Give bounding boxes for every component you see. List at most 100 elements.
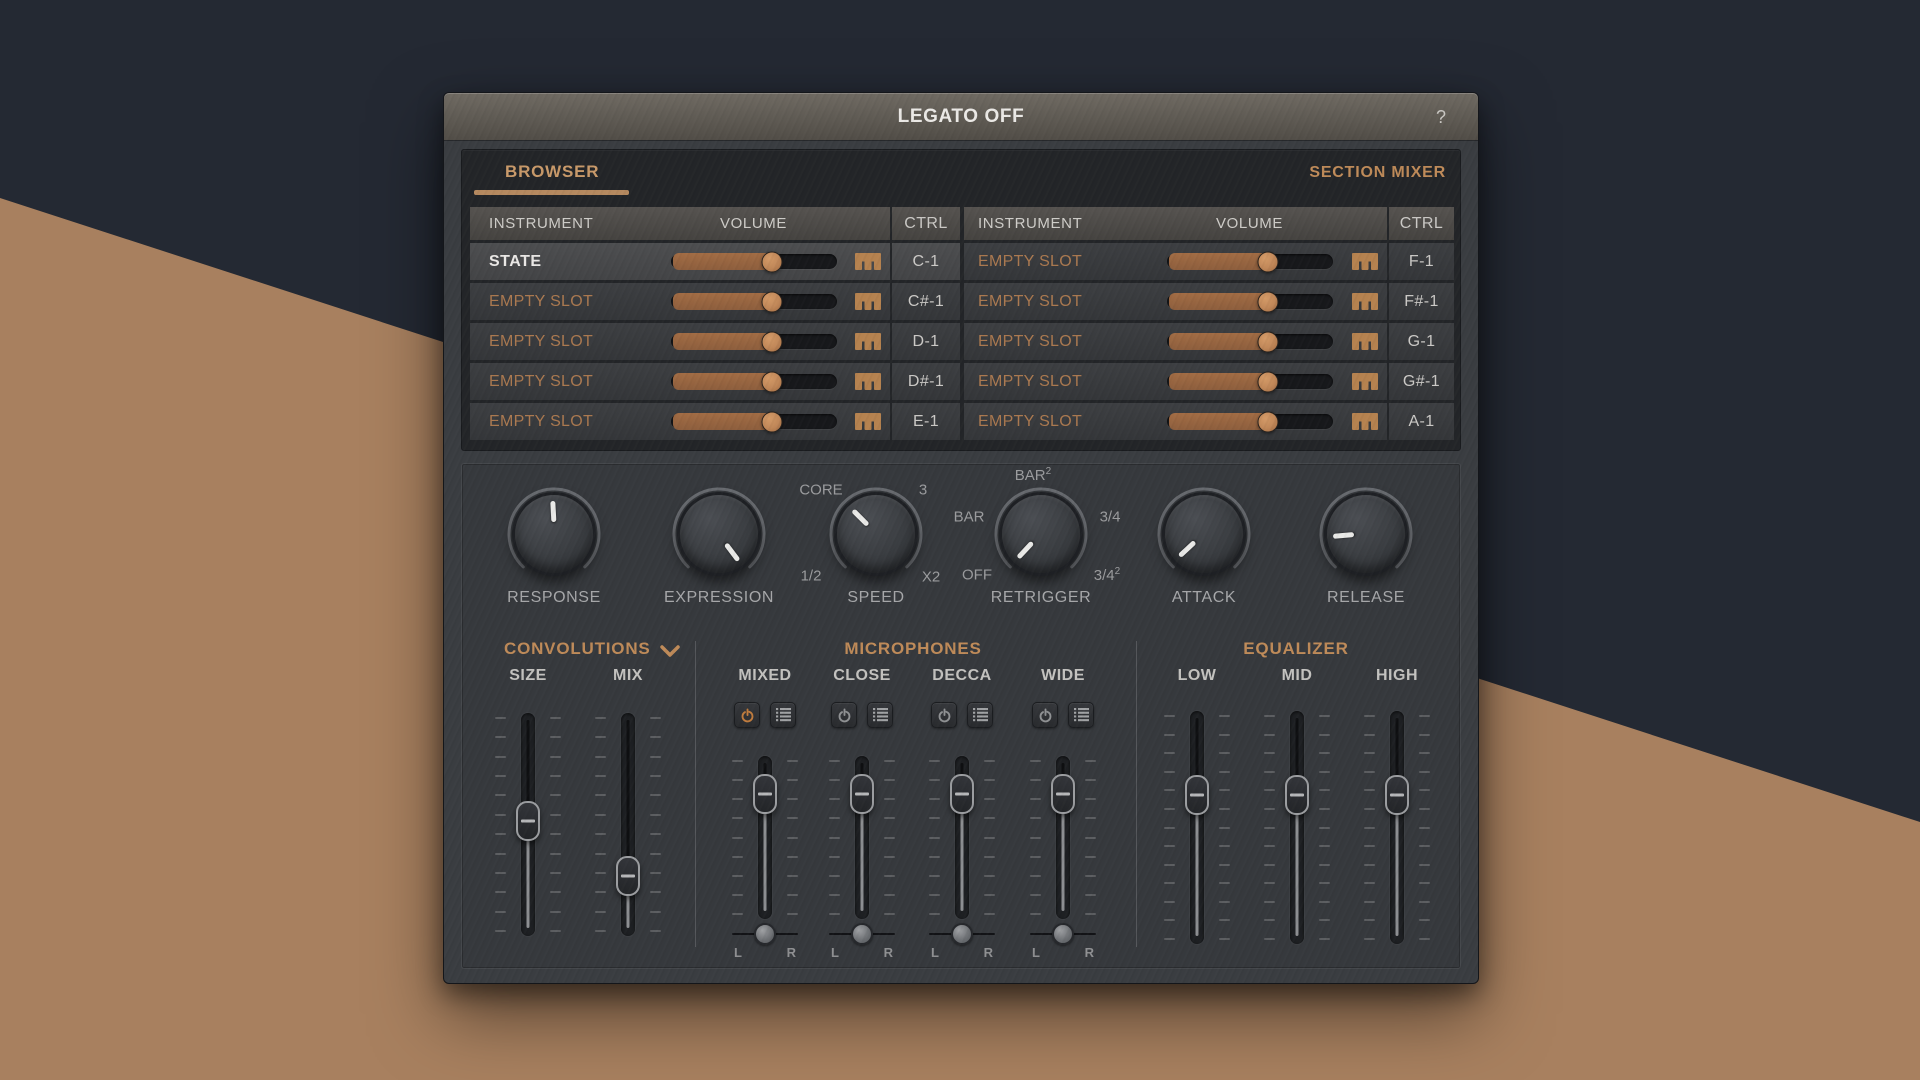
volume-thumb[interactable]	[1257, 251, 1279, 272]
fader-thumb[interactable]	[1051, 774, 1075, 815]
instrument-slot-row[interactable]: EMPTY SLOT C#-1	[470, 283, 960, 320]
volume-slider[interactable]	[670, 411, 837, 432]
ctrl-note-label[interactable]: D#-1	[890, 363, 960, 400]
ctrl-note-label[interactable]: C#-1	[890, 283, 960, 320]
knob-body[interactable]	[999, 492, 1083, 576]
mic-power-button[interactable]	[831, 702, 857, 728]
volume-thumb[interactable]	[1257, 371, 1279, 392]
mic-power-button[interactable]	[931, 702, 957, 728]
volume-slider[interactable]	[670, 331, 837, 352]
instrument-slot-row[interactable]: EMPTY SLOT F-1	[964, 243, 1454, 280]
volume-thumb[interactable]	[761, 291, 783, 312]
instrument-slot-row[interactable]: EMPTY SLOT A-1	[964, 403, 1454, 440]
mic-power-button[interactable]	[1032, 702, 1058, 728]
volume-slider[interactable]	[1166, 291, 1333, 312]
knob-body[interactable]	[1324, 492, 1408, 576]
keyboard-icon[interactable]	[854, 333, 881, 350]
keyboard-icon[interactable]	[1351, 293, 1378, 310]
convolutions-fader[interactable]	[594, 713, 662, 936]
ctrl-note-label[interactable]: G#-1	[1387, 363, 1454, 400]
volume-thumb[interactable]	[761, 331, 783, 352]
pan-knob[interactable]	[754, 923, 776, 945]
fader-thumb[interactable]	[616, 855, 640, 896]
instrument-slot-row[interactable]: EMPTY SLOT E-1	[470, 403, 960, 440]
keyboard-icon[interactable]	[854, 293, 881, 310]
volume-cell	[662, 323, 845, 360]
fader-tick	[929, 760, 940, 762]
volume-thumb[interactable]	[761, 371, 783, 392]
mic-volume-fader[interactable]	[731, 756, 799, 919]
knob-body[interactable]	[677, 492, 761, 576]
volume-thumb[interactable]	[1257, 331, 1279, 352]
instrument-slot-row[interactable]: EMPTY SLOT F#-1	[964, 283, 1454, 320]
mic-pan-control[interactable]: LR	[929, 923, 995, 963]
mic-pan-control[interactable]: LR	[732, 923, 798, 963]
instrument-slot-row[interactable]: EMPTY SLOT D#-1	[470, 363, 960, 400]
ctrl-note-label[interactable]: G-1	[1387, 323, 1454, 360]
volume-thumb[interactable]	[1257, 291, 1279, 312]
ctrl-note-label[interactable]: A-1	[1387, 403, 1454, 440]
tab-browser[interactable]: BROWSER	[474, 162, 629, 195]
volume-slider[interactable]	[670, 251, 837, 272]
mic-pan-control[interactable]: LR	[829, 923, 895, 963]
volume-thumb[interactable]	[1257, 411, 1279, 432]
ctrl-note-label[interactable]: F#-1	[1387, 283, 1454, 320]
volume-slider[interactable]	[670, 291, 837, 312]
fader-thumb[interactable]	[516, 800, 540, 841]
fader-thumb[interactable]	[1285, 774, 1309, 815]
keyboard-icon[interactable]	[1351, 413, 1378, 430]
mic-list-button[interactable]	[967, 702, 993, 728]
volume-slider[interactable]	[670, 371, 837, 392]
fader-tick	[884, 855, 895, 858]
fader-thumb[interactable]	[1385, 774, 1409, 815]
knob-attack: ATTACK	[1144, 472, 1264, 612]
pan-knob[interactable]	[851, 923, 873, 945]
fader-thumb[interactable]	[950, 774, 974, 815]
volume-slider[interactable]	[1166, 331, 1333, 352]
eq-fader[interactable]	[1263, 711, 1331, 944]
fader-thumb[interactable]	[850, 774, 874, 815]
instrument-slot-row[interactable]: STATE C-1	[470, 243, 960, 280]
fader-tick	[595, 871, 606, 874]
volume-slider[interactable]	[1166, 251, 1333, 272]
instrument-slot-row[interactable]: EMPTY SLOT G-1	[964, 323, 1454, 360]
mic-volume-fader[interactable]	[828, 756, 896, 919]
knob-body[interactable]	[1162, 492, 1246, 576]
keyboard-icon[interactable]	[854, 253, 881, 270]
mic-pan-control[interactable]: LR	[1030, 923, 1096, 963]
help-button[interactable]: ?	[1436, 93, 1446, 141]
knob-body[interactable]	[834, 492, 918, 576]
ctrl-note-label[interactable]: E-1	[890, 403, 960, 440]
keyboard-icon[interactable]	[1351, 373, 1378, 390]
keyboard-icon[interactable]	[854, 373, 881, 390]
volume-slider[interactable]	[1166, 371, 1333, 392]
instrument-slot-row[interactable]: EMPTY SLOT D-1	[470, 323, 960, 360]
knob-body[interactable]	[512, 492, 596, 576]
ctrl-note-label[interactable]: C-1	[890, 243, 960, 280]
mic-list-button[interactable]	[770, 702, 796, 728]
pan-knob[interactable]	[1052, 923, 1074, 945]
mic-volume-fader[interactable]	[1029, 756, 1097, 919]
keyboard-icon[interactable]	[1351, 253, 1378, 270]
fader-thumb[interactable]	[753, 774, 777, 815]
convolutions-fader[interactable]	[494, 713, 562, 936]
eq-fader[interactable]	[1363, 711, 1431, 944]
pan-knob[interactable]	[951, 923, 973, 945]
fader-thumb[interactable]	[1185, 774, 1209, 815]
keyboard-icon[interactable]	[854, 413, 881, 430]
volume-thumb[interactable]	[761, 251, 783, 272]
tab-section-mixer[interactable]: SECTION MIXER	[1309, 164, 1446, 182]
ctrl-note-label[interactable]: F-1	[1387, 243, 1454, 280]
ctrl-note-label[interactable]: D-1	[890, 323, 960, 360]
volume-slider[interactable]	[1166, 411, 1333, 432]
keyboard-icon[interactable]	[1351, 333, 1378, 350]
mic-list-button[interactable]	[1068, 702, 1094, 728]
mic-list-button[interactable]	[867, 702, 893, 728]
instrument-slot-row[interactable]: EMPTY SLOT G#-1	[964, 363, 1454, 400]
mic-power-button[interactable]	[734, 702, 760, 728]
convolutions-header[interactable]: CONVOLUTIONS	[504, 639, 680, 659]
volume-thumb[interactable]	[761, 411, 783, 432]
table-header-row: INSTRUMENT VOLUME CTRL	[470, 207, 960, 240]
mic-volume-fader[interactable]	[928, 756, 996, 919]
eq-fader[interactable]	[1163, 711, 1231, 944]
